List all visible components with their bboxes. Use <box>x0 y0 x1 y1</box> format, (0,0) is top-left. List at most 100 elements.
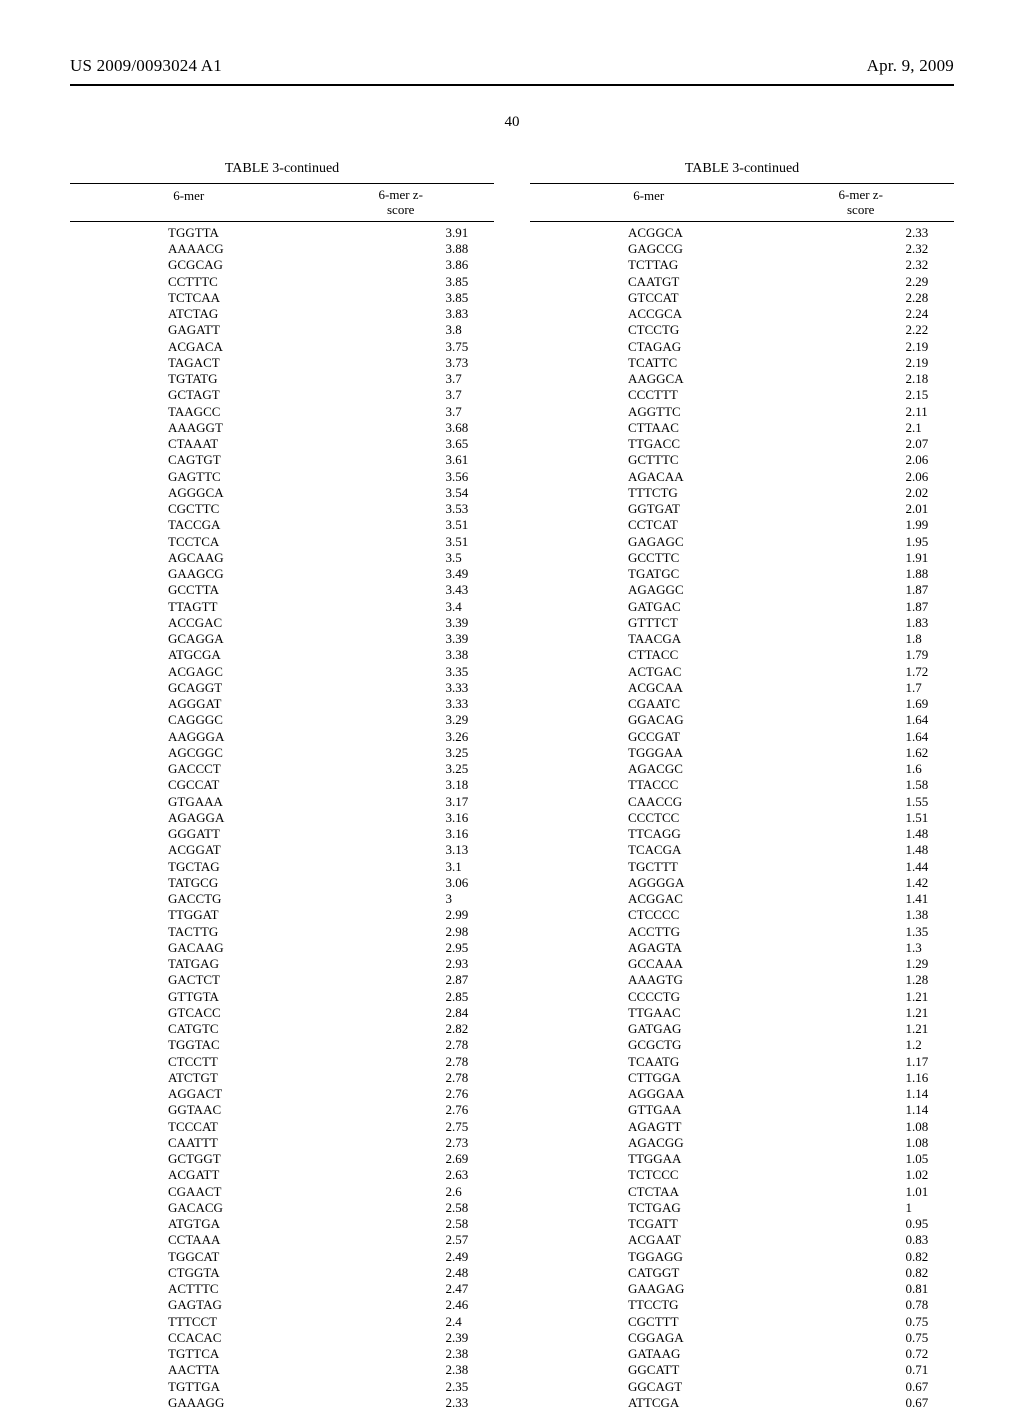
cell-zscore: 1.16 <box>865 1070 1024 1086</box>
table-row: ACTGAC1.72 <box>530 664 954 680</box>
table-row: CAATTT2.73 <box>70 1135 494 1151</box>
table-row: CTGGTA2.48 <box>70 1265 494 1281</box>
cell-6mer: TTCAGG <box>530 826 865 842</box>
cell-6mer: TCTGAG <box>530 1200 865 1216</box>
cell-6mer: GTTGAA <box>530 1102 865 1118</box>
table-row: TGCTTT1.44 <box>530 859 954 875</box>
cell-6mer: GCTTTC <box>530 452 865 468</box>
cell-6mer: CTTACC <box>530 647 865 663</box>
cell-6mer: CCTAAA <box>70 1232 405 1248</box>
page: US 2009/0093024 A1 Apr. 9, 2009 40 TABLE… <box>0 0 1024 1320</box>
table-row: TGATGC1.88 <box>530 566 954 582</box>
cell-zscore: 0.71 <box>865 1362 1024 1378</box>
cell-6mer: ACCGCA <box>530 306 865 322</box>
cell-6mer: TCAATG <box>530 1054 865 1070</box>
cell-6mer: GCTGGT <box>70 1151 405 1167</box>
table-row: CCCTTT2.15 <box>530 387 954 403</box>
cell-6mer: GCCTTC <box>530 550 865 566</box>
cell-6mer: GGCAGT <box>530 1379 865 1395</box>
cell-zscore: 2.33 <box>865 225 1024 241</box>
table-row: TTCCTG0.78 <box>530 1297 954 1313</box>
cell-6mer: CAGGGC <box>70 712 405 728</box>
cell-6mer: GGACAG <box>530 712 865 728</box>
cell-6mer: AGGGCA <box>70 485 405 501</box>
cell-6mer: TGATGC <box>530 566 865 582</box>
cell-zscore: 0.78 <box>865 1297 1024 1313</box>
cell-zscore: 1.3 <box>865 940 1024 956</box>
cell-6mer: TGGTTA <box>70 225 405 241</box>
table-row: CCTAAA2.57 <box>70 1232 494 1248</box>
table-row: ACGATT2.63 <box>70 1167 494 1183</box>
table-body-right: ACGGCA2.33GAGCCG2.32TCTTAG2.32CAATGT2.29… <box>530 225 954 1411</box>
cell-zscore: 1.64 <box>865 729 1024 745</box>
cell-6mer: ACGACA <box>70 339 405 355</box>
left-column: TABLE 3-continued 6-mer 6-mer z- score T… <box>70 161 494 1411</box>
cell-6mer: TTGACC <box>530 436 865 452</box>
cell-zscore: 2.24 <box>865 306 1024 322</box>
cell-zscore: 0.82 <box>865 1249 1024 1265</box>
cell-6mer: ATCTGT <box>70 1070 405 1086</box>
table-caption-left: TABLE 3-continued <box>70 161 494 177</box>
table-row: CGAATC1.69 <box>530 696 954 712</box>
cell-6mer: GCCAAA <box>530 956 865 972</box>
cell-zscore: 1.88 <box>865 566 1024 582</box>
table-rule-header <box>530 221 954 222</box>
cell-6mer: AGGGGA <box>530 875 865 891</box>
cell-zscore: 0.83 <box>865 1232 1024 1248</box>
table-row: ACCGCA2.24 <box>530 306 954 322</box>
cell-6mer: TTTCCT <box>70 1314 405 1330</box>
cell-6mer: AGACGC <box>530 761 865 777</box>
table-row: TTGAAC1.21 <box>530 1005 954 1021</box>
cell-6mer: TATGCG <box>70 875 405 891</box>
cell-zscore: 2.07 <box>865 436 1024 452</box>
cell-6mer: CTCCTG <box>530 322 865 338</box>
cell-zscore: 2.22 <box>865 322 1024 338</box>
column-header-6mer: 6-mer <box>530 188 767 218</box>
cell-6mer: ATTCGA <box>530 1395 865 1411</box>
column-header-score: 6-mer z- score <box>767 188 954 218</box>
table-row: CCACAC2.39 <box>70 1330 494 1346</box>
cell-6mer: CTAAAT <box>70 436 405 452</box>
table-row: ACGAGC3.35 <box>70 664 494 680</box>
cell-6mer: GCCTTA <box>70 582 405 598</box>
cell-6mer: TGCTTT <box>530 859 865 875</box>
table-row: AGAGGA3.16 <box>70 810 494 826</box>
cell-zscore: 2.18 <box>865 371 1024 387</box>
table-row: CAACCG1.55 <box>530 794 954 810</box>
table-row: AACTTA2.38 <box>70 1362 494 1378</box>
cell-6mer: CCTTTC <box>70 274 405 290</box>
cell-6mer: GGTGAT <box>530 501 865 517</box>
cell-6mer: ACGCAA <box>530 680 865 696</box>
cell-6mer: ACTTTC <box>70 1281 405 1297</box>
cell-6mer: GCTAGT <box>70 387 405 403</box>
table-row: CGCCAT3.18 <box>70 777 494 793</box>
cell-6mer: CCTCAT <box>530 517 865 533</box>
cell-zscore: 1.58 <box>865 777 1024 793</box>
column-header-score: 6-mer z- score <box>307 188 494 218</box>
table-row: ACGGAT3.13 <box>70 842 494 858</box>
cell-zscore: 1.6 <box>865 761 1024 777</box>
table-row: TGGTAC2.78 <box>70 1037 494 1053</box>
cell-6mer: AGACAA <box>530 469 865 485</box>
table-row: GAGCCG2.32 <box>530 241 954 257</box>
cell-6mer: TATGAG <box>70 956 405 972</box>
cell-6mer: GACCTG <box>70 891 405 907</box>
cell-zscore: 0.67 <box>865 1379 1024 1395</box>
cell-zscore: 1.48 <box>865 842 1024 858</box>
cell-zscore: 2.15 <box>865 387 1024 403</box>
cell-zscore: 0.82 <box>865 1265 1024 1281</box>
table-row: GCAGGT3.33 <box>70 680 494 696</box>
table-row: CTTACC1.79 <box>530 647 954 663</box>
table-row: ATGCGA3.38 <box>70 647 494 663</box>
cell-zscore: 1.08 <box>865 1135 1024 1151</box>
cell-6mer: ACGAAT <box>530 1232 865 1248</box>
table-row: CTAAAT3.65 <box>70 436 494 452</box>
cell-zscore: 1.48 <box>865 826 1024 842</box>
cell-6mer: TCTCAA <box>70 290 405 306</box>
table-row: CTTGGA1.16 <box>530 1070 954 1086</box>
cell-6mer: GAGATT <box>70 322 405 338</box>
table-row: TTTCTG2.02 <box>530 485 954 501</box>
cell-zscore: 1.17 <box>865 1054 1024 1070</box>
cell-6mer: CGGAGA <box>530 1330 865 1346</box>
table-row: CGCTTC3.53 <box>70 501 494 517</box>
